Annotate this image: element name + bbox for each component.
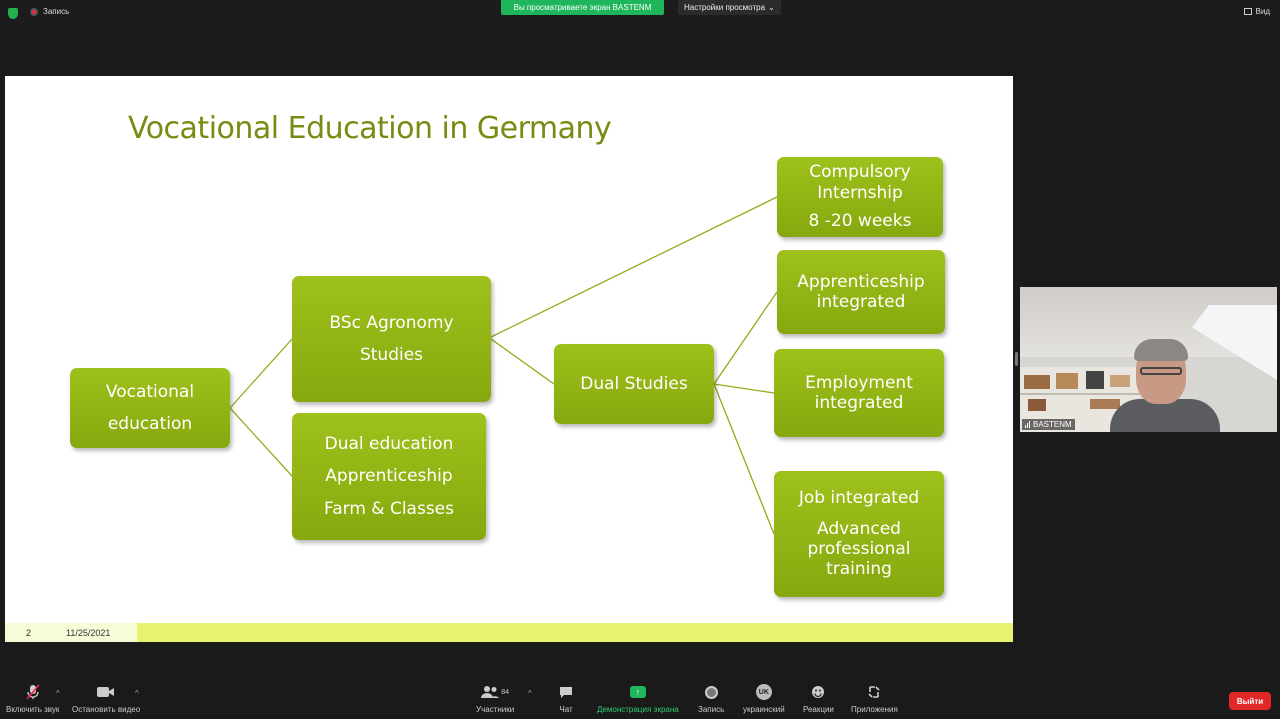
connector-bsc-dual-studies xyxy=(490,338,555,385)
top-bar: Запись Вы просматриваете экран BASTENM Н… xyxy=(0,0,1280,26)
box-dual-studies: Dual Studies xyxy=(554,344,714,424)
share-screen-button[interactable]: ↑ Демонстрация экрана xyxy=(597,684,679,714)
box-text: 8 -20 weeks xyxy=(808,211,912,232)
box-text: Dual Studies xyxy=(580,373,688,394)
meeting-toolbar: Включить звук ^ Остановить видео ^ 84 Уч… xyxy=(0,680,1280,719)
box-text: integrated xyxy=(814,393,904,413)
apps-label: Приложения xyxy=(851,705,898,714)
chat-bubble-icon xyxy=(557,684,575,700)
view-button[interactable]: Вид xyxy=(1243,7,1270,16)
panel-resize-handle[interactable] xyxy=(1015,352,1018,366)
box-text: Job integrated xyxy=(798,488,920,509)
record-icon xyxy=(702,684,720,700)
unmute-label: Включить звук xyxy=(6,705,60,714)
box-text: Apprenticeship xyxy=(797,271,925,292)
microphone-muted-icon xyxy=(24,684,42,700)
box-bsc-agronomy: BSc Agronomy Studies xyxy=(292,276,491,402)
audio-options-caret-icon[interactable]: ^ xyxy=(56,689,60,698)
chevron-down-icon: ⌄ xyxy=(768,3,775,12)
security-shield-icon[interactable] xyxy=(8,8,18,19)
view-settings-label: Настройки просмотра xyxy=(684,3,766,12)
share-screen-icon: ↑ xyxy=(629,684,647,700)
box-text: Studies xyxy=(359,345,424,365)
leave-meeting-button[interactable]: Выйти xyxy=(1229,692,1271,710)
smiley-icon xyxy=(809,684,827,700)
connector-voc-bsc xyxy=(229,338,293,409)
stop-video-button[interactable]: Остановить видео xyxy=(72,684,140,714)
box-job-integrated: Job integrated Advanced professional tra… xyxy=(774,471,944,597)
box-text: integrated xyxy=(816,292,906,312)
box-text: Vocational xyxy=(105,381,195,402)
box-text: professional xyxy=(807,539,911,559)
box-text: Advanced xyxy=(817,518,901,539)
participants-button[interactable]: 84 Участники xyxy=(476,684,514,714)
box-text: Internship xyxy=(817,182,903,203)
participant-video-tile[interactable]: BASTENM xyxy=(1020,287,1277,432)
box-text: training xyxy=(826,559,892,580)
box-employment-integrated: Employment integrated xyxy=(774,349,944,437)
video-options-caret-icon[interactable]: ^ xyxy=(135,689,139,698)
participants-options-caret-icon[interactable]: ^ xyxy=(528,689,532,698)
person-glasses xyxy=(1140,367,1182,375)
reactions-button[interactable]: Реакции xyxy=(803,684,834,714)
reactions-label: Реакции xyxy=(803,705,834,714)
record-dot-icon xyxy=(30,7,38,16)
box-text: Farm & Classes xyxy=(324,498,454,519)
view-settings-button[interactable]: Настройки просмотра ⌄ xyxy=(678,0,781,15)
unmute-button[interactable]: Включить звук xyxy=(6,684,59,714)
recording-label: Запись xyxy=(43,7,70,16)
language-interpretation-button[interactable]: UK украинский xyxy=(743,684,785,714)
recording-indicator[interactable]: Запись xyxy=(30,7,69,16)
slide-footer-bar xyxy=(5,623,1013,642)
connector-voc-dual-education xyxy=(229,407,293,477)
box-text: Employment xyxy=(805,372,913,393)
box-vocational-education: Vocational education xyxy=(70,368,230,448)
box-text: education xyxy=(107,414,193,434)
connector-dual-apprenticeship xyxy=(713,291,778,385)
box-apprenticeship-integrated: Apprenticeship integrated xyxy=(777,250,945,334)
apps-icon xyxy=(865,684,883,700)
box-compulsory-internship: Compulsory Internship 8 -20 weeks xyxy=(777,157,943,237)
language-code: UK xyxy=(755,684,772,700)
box-text: Apprenticeship xyxy=(325,466,453,487)
shared-screen-slide: Vocational Education in Germany Vocation… xyxy=(5,76,1013,642)
box-text: Compulsory xyxy=(809,162,911,183)
participant-name-tag: BASTENM xyxy=(1022,419,1075,430)
language-globe-icon: UK xyxy=(755,684,773,700)
share-screen-label: Демонстрация экрана xyxy=(597,705,679,714)
language-label: украинский xyxy=(743,705,785,714)
view-grid-icon xyxy=(1243,8,1252,15)
connector-dual-job xyxy=(713,383,775,535)
video-camera-icon xyxy=(97,684,115,700)
participants-icon: 84 xyxy=(478,684,512,700)
chat-label: Чат xyxy=(559,705,573,714)
participant-name: BASTENM xyxy=(1033,420,1072,429)
zoom-window: Запись Вы просматриваете экран BASTENM Н… xyxy=(0,0,1280,719)
chat-button[interactable]: Чат xyxy=(557,684,575,714)
apps-button[interactable]: Приложения xyxy=(851,684,898,714)
box-text: Dual education xyxy=(324,433,454,454)
connector-dual-employment xyxy=(713,383,775,394)
view-label: Вид xyxy=(1255,7,1270,16)
participants-label: Участники xyxy=(476,705,515,714)
box-dual-education: Dual education Apprenticeship Farm & Cla… xyxy=(292,413,486,540)
record-label: Запись xyxy=(698,705,725,714)
record-button[interactable]: Запись xyxy=(698,684,724,714)
slide-number: 2 xyxy=(26,628,32,638)
participants-count: 84 xyxy=(501,688,509,696)
person-hair xyxy=(1134,339,1188,361)
slide-footer-info: 2 11/25/2021 xyxy=(5,623,137,642)
stop-video-label: Остановить видео xyxy=(72,705,141,714)
connector-bsc-compulsory xyxy=(490,196,778,338)
box-text: BSc Agronomy xyxy=(329,312,454,333)
signal-bars-icon xyxy=(1025,421,1030,428)
screen-share-banner: Вы просматриваете экран BASTENM xyxy=(501,0,664,15)
slide-date: 11/25/2021 xyxy=(66,628,111,638)
